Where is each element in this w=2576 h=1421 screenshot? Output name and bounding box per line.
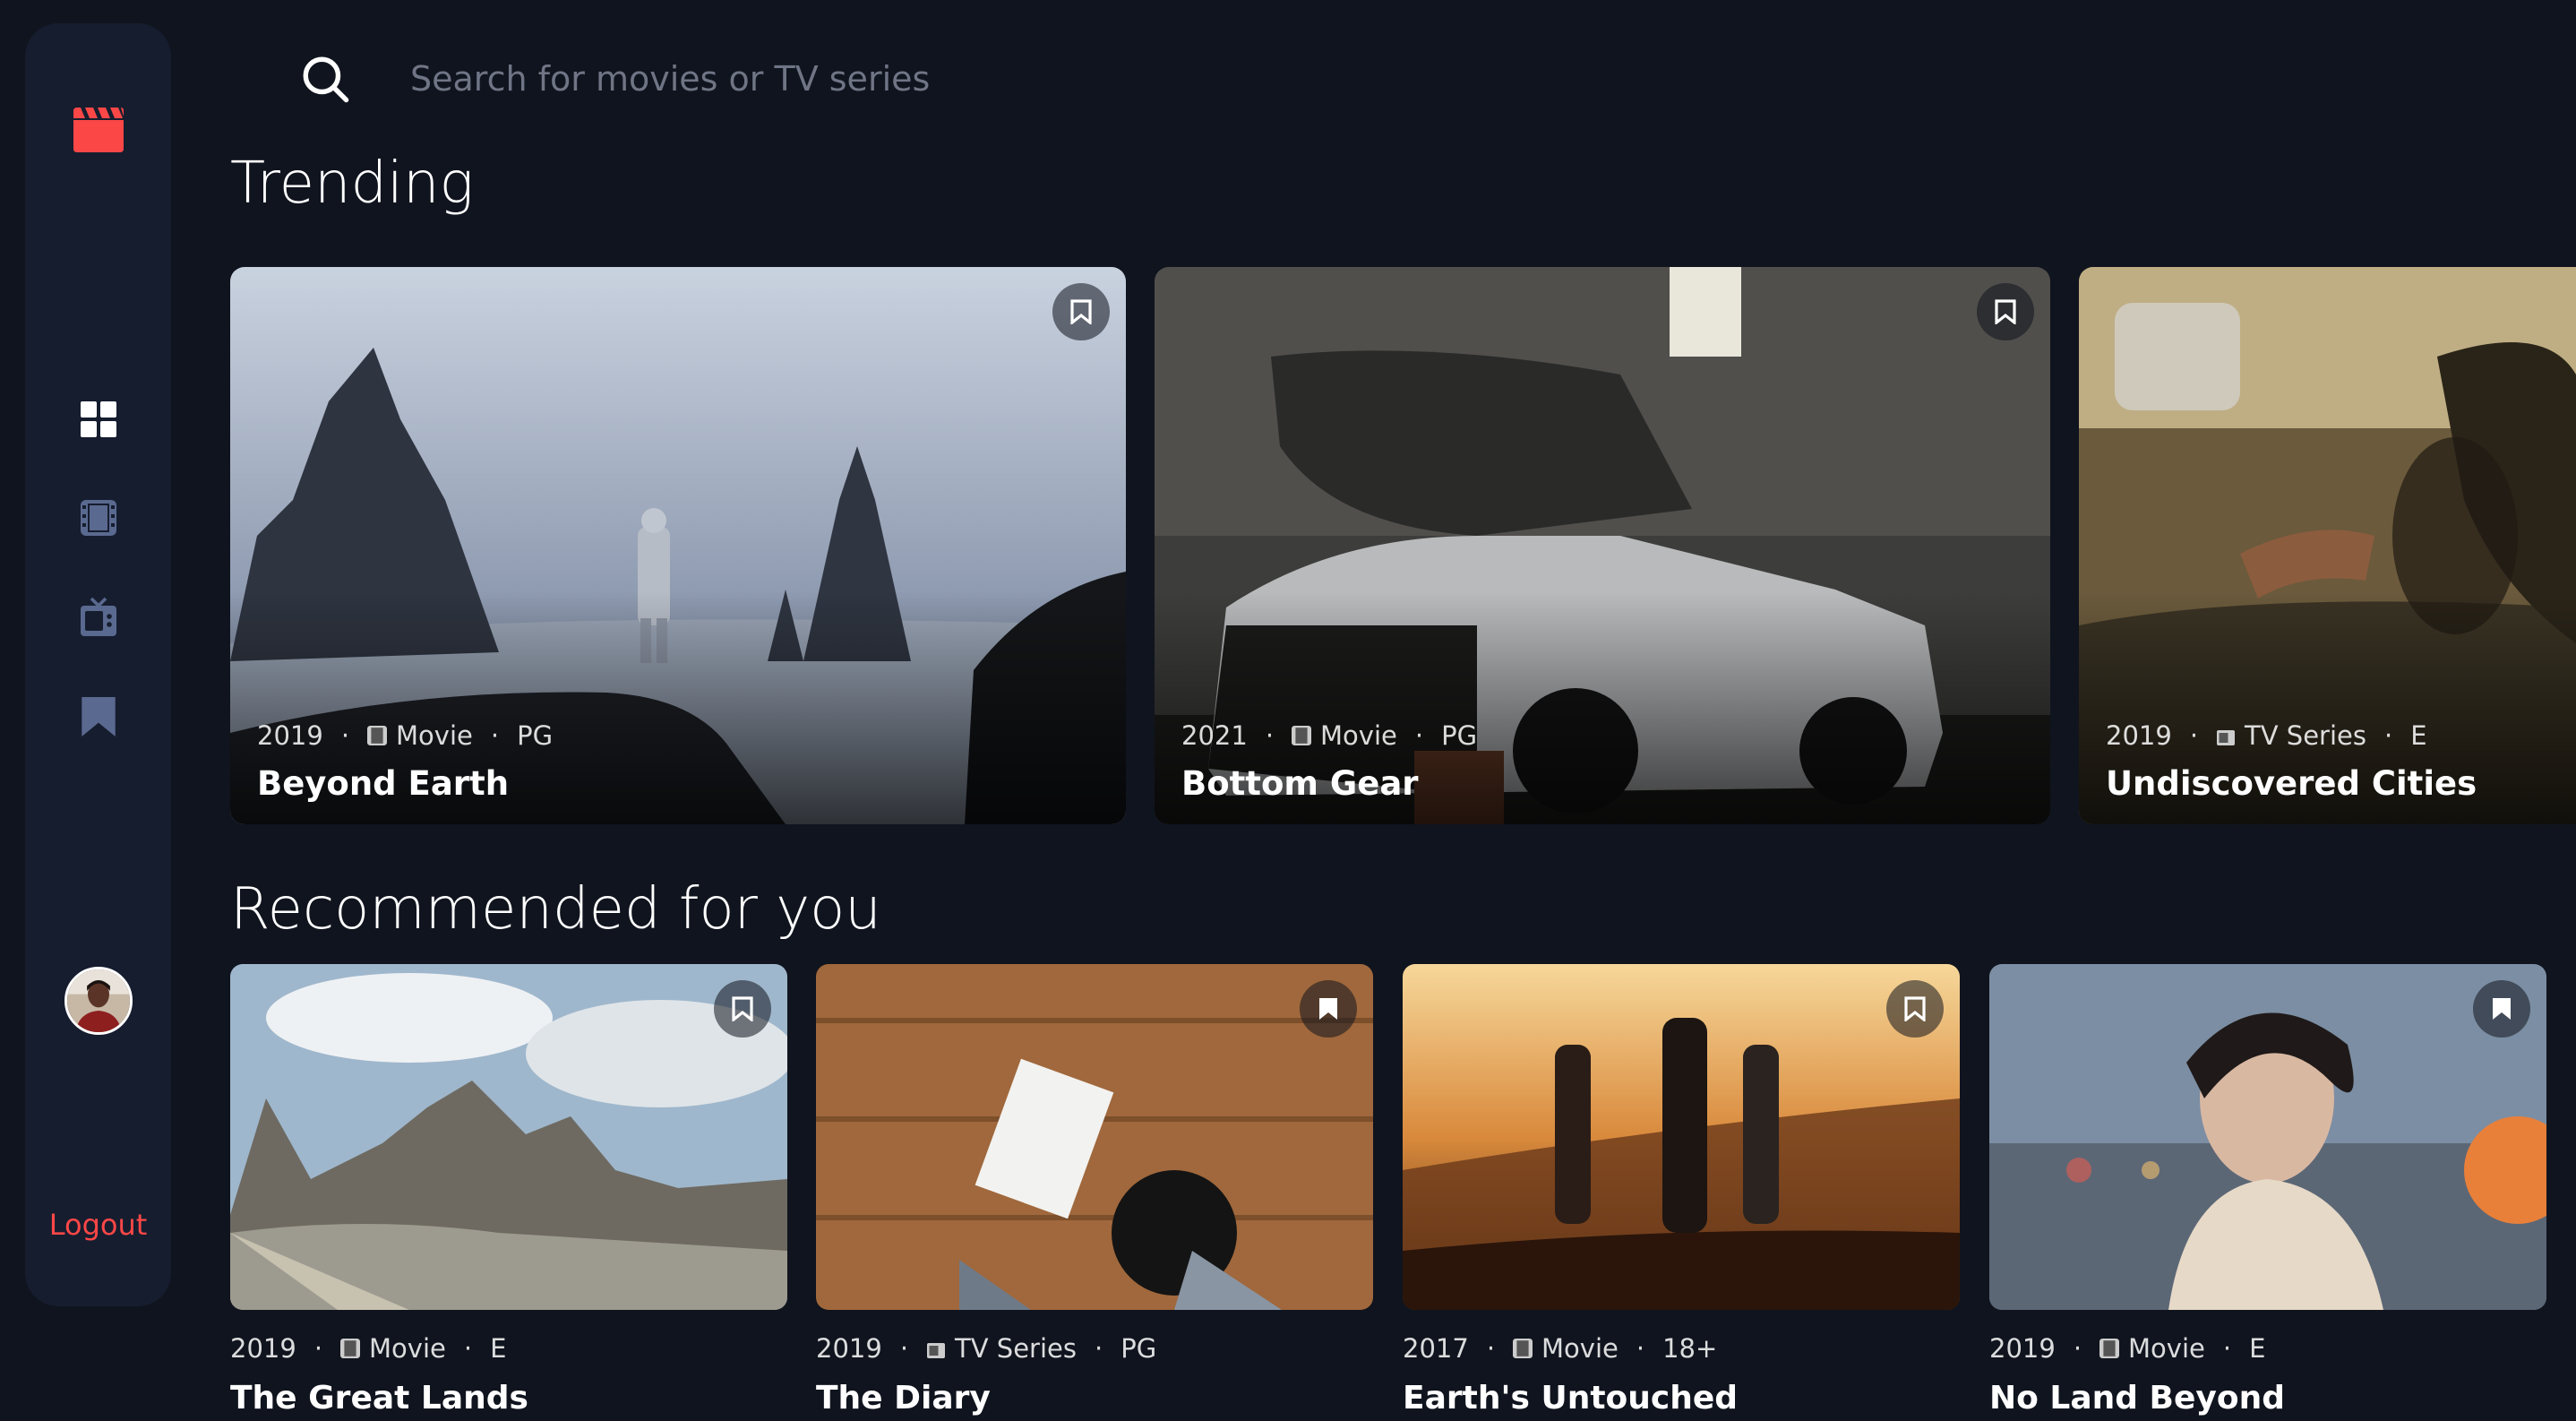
card-year: 2021 <box>1181 720 1248 751</box>
separator-dot: · <box>313 1333 323 1364</box>
film-category-icon <box>1513 1339 1533 1358</box>
card-year: 2019 <box>816 1333 882 1364</box>
card-category: Movie <box>2128 1333 2205 1364</box>
film-strip-icon[interactable] <box>80 500 116 536</box>
bookmark-button[interactable] <box>1052 283 1110 340</box>
card-rating: PG <box>517 720 554 751</box>
recommended-heading: Recommended for you <box>230 876 881 943</box>
bookmark-outline-icon <box>1995 299 2016 324</box>
separator-dot: · <box>1486 1333 1496 1364</box>
bookmark-outline-icon <box>1904 996 1926 1021</box>
card-meta: 2019 · Movie · PG <box>257 720 553 751</box>
search-bar <box>299 52 1487 106</box>
tv-icon[interactable] <box>80 597 116 636</box>
tv-category-icon <box>927 1343 946 1358</box>
wooden-desk-thumbnail <box>816 964 1373 1310</box>
logout-button[interactable]: Logout <box>25 1208 171 1242</box>
bookmark-button[interactable] <box>2473 980 2530 1038</box>
separator-dot: · <box>2073 1333 2082 1364</box>
card-year: 2017 <box>1403 1333 1469 1364</box>
separator-dot: · <box>463 1333 473 1364</box>
bookmark-button[interactable] <box>714 980 771 1038</box>
recommended-card[interactable] <box>1989 964 2546 1310</box>
young-man-portrait-thumbnail <box>1989 964 2546 1310</box>
bookmark-nav-icon[interactable] <box>81 697 116 736</box>
film-category-icon <box>367 726 388 745</box>
card-category: Movie <box>369 1333 446 1364</box>
separator-dot: · <box>1414 720 1424 751</box>
card-meta: 2019 · Movie · E <box>230 1333 506 1364</box>
sunset-friends-thumbnail <box>1403 964 1960 1310</box>
grid-home-icon[interactable] <box>80 401 116 437</box>
card-meta: 2019 · TV Series · PG <box>816 1333 1156 1364</box>
recommended-card[interactable] <box>230 964 787 1310</box>
separator-dot: · <box>1636 1333 1645 1364</box>
mountain-peaks-thumbnail <box>230 964 787 1310</box>
trending-card[interactable]: 2019 · Movie · PG Beyond Earth <box>230 267 1126 824</box>
bookmark-button[interactable] <box>1300 980 1357 1038</box>
bookmark-button[interactable] <box>1977 283 2034 340</box>
trending-card[interactable]: 2021 · Movie · PG Bottom Gear <box>1155 267 2050 824</box>
card-rating: PG <box>1121 1333 1157 1364</box>
card-rating: 18+ <box>1662 1333 1718 1364</box>
card-title: The Diary <box>816 1380 991 1417</box>
card-title: No Land Beyond <box>1989 1380 2286 1417</box>
card-category: TV Series <box>955 1333 1077 1364</box>
card-title: Beyond Earth <box>257 764 510 803</box>
card-category: Movie <box>1320 720 1397 751</box>
recommended-card[interactable] <box>1403 964 1960 1310</box>
bookmark-filled-icon <box>1319 998 1337 1020</box>
bookmark-filled-icon <box>2493 998 2511 1020</box>
user-portrait-image <box>66 969 130 1032</box>
card-meta: 2021 · Movie · PG <box>1181 720 1477 751</box>
film-category-icon <box>2099 1339 2120 1358</box>
film-category-icon <box>1292 726 1312 745</box>
card-category: Movie <box>1541 1333 1619 1364</box>
card-year: 2019 <box>257 720 323 751</box>
card-rating: E <box>490 1333 507 1364</box>
clapperboard-logo-icon[interactable] <box>70 106 127 152</box>
separator-dot: · <box>2383 720 2393 751</box>
card-title: The Great Lands <box>230 1380 528 1417</box>
sidebar: Logout <box>25 23 171 1306</box>
separator-dot: · <box>340 720 350 751</box>
separator-dot: · <box>2189 720 2199 751</box>
film-category-icon <box>340 1339 361 1358</box>
card-rating: E <box>2410 720 2427 751</box>
trending-card[interactable]: 2019 · TV Series · E Undiscovered Cities <box>2079 267 2576 824</box>
separator-dot: · <box>490 720 500 751</box>
search-input[interactable] <box>408 58 1487 99</box>
tv-category-icon <box>2217 730 2236 745</box>
card-meta: 2019 · Movie · E <box>1989 1333 2265 1364</box>
card-meta: 2019 · TV Series · E <box>2106 720 2427 751</box>
card-rating: PG <box>1441 720 1478 751</box>
card-category: TV Series <box>2245 720 2366 751</box>
bookmark-outline-icon <box>1070 299 1092 324</box>
bookmark-outline-icon <box>732 996 753 1021</box>
separator-dot: · <box>2222 1333 2232 1364</box>
separator-dot: · <box>899 1333 909 1364</box>
recommended-card[interactable] <box>816 964 1373 1310</box>
avatar[interactable] <box>64 967 133 1035</box>
card-category: Movie <box>396 720 473 751</box>
card-year: 2019 <box>1989 1333 2056 1364</box>
trending-heading: Trending <box>230 151 474 217</box>
search-icon <box>303 56 349 103</box>
separator-dot: · <box>1094 1333 1103 1364</box>
card-title: Earth's Untouched <box>1403 1380 1739 1417</box>
card-year: 2019 <box>230 1333 296 1364</box>
bookmark-button[interactable] <box>1886 980 1944 1038</box>
card-meta: 2017 · Movie · 18+ <box>1403 1333 1717 1364</box>
card-title: Undiscovered Cities <box>2106 764 2477 803</box>
card-year: 2019 <box>2106 720 2172 751</box>
card-title: Bottom Gear <box>1181 764 1419 803</box>
card-rating: E <box>2249 1333 2266 1364</box>
separator-dot: · <box>1265 720 1275 751</box>
